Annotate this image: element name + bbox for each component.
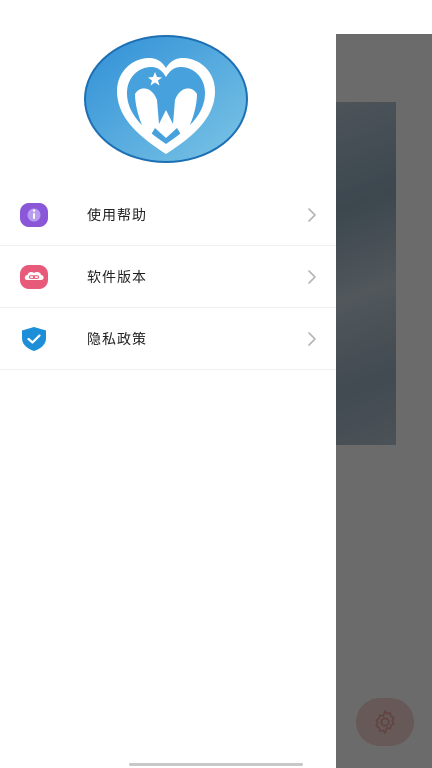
link-cloud-icon — [20, 264, 48, 289]
menu-item-label: 隐私政策 — [87, 331, 147, 348]
shield-check-icon — [22, 326, 46, 351]
drawer-scrim[interactable] — [336, 34, 432, 768]
menu-item-privacy[interactable]: 隐私政策 — [0, 308, 336, 370]
menu-item-label: 软件版本 — [87, 269, 147, 286]
menu-item-label: 使用帮助 — [87, 207, 147, 224]
navigation-drawer: 使用帮助 软件版本 隐私政策 — [0, 0, 336, 768]
chevron-right-icon — [308, 331, 316, 346]
app-logo — [83, 34, 249, 164]
menu-item-help[interactable]: 使用帮助 — [0, 184, 336, 246]
drawer-menu: 使用帮助 软件版本 隐私政策 — [0, 184, 336, 370]
chevron-right-icon — [308, 269, 316, 284]
info-icon — [20, 202, 48, 227]
menu-item-version[interactable]: 软件版本 — [0, 246, 336, 308]
chevron-right-icon — [308, 207, 316, 222]
home-indicator — [129, 763, 303, 766]
